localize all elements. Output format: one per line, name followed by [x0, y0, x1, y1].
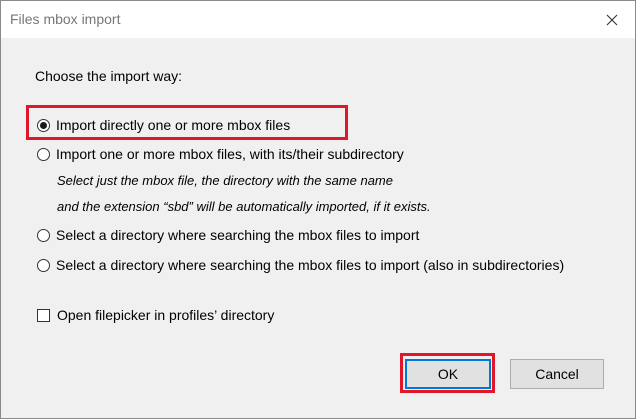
window-title: Files mbox import [10, 11, 121, 27]
subdirectory-note-line1: Select just the mbox file, the directory… [57, 173, 393, 188]
radio-button[interactable] [37, 228, 50, 242]
radio-label: Select a directory where searching the m… [56, 227, 420, 243]
open-filepicker-option[interactable]: Open filepicker in profiles’ directory [37, 307, 274, 323]
radio-label: Import one or more mbox files, with its/… [56, 146, 404, 162]
radio-label: Select a directory where searching the m… [56, 257, 565, 273]
option-select-directory-recursive[interactable]: Select a directory where searching the m… [37, 257, 564, 273]
highlight-box [26, 105, 348, 140]
open-filepicker-checkbox[interactable] [37, 308, 50, 322]
highlight-box [400, 353, 495, 393]
radio-button[interactable] [37, 147, 50, 161]
title-bar: Files mbox import [1, 1, 635, 38]
checkbox-label: Open filepicker in profiles’ directory [57, 307, 275, 323]
import-dialog: Files mbox import Choose the import way:… [0, 0, 636, 419]
subdirectory-note-line2: and the extension “sbd” will be automati… [57, 199, 431, 214]
option-import-with-subdirectory[interactable]: Import one or more mbox files, with its/… [37, 146, 404, 162]
close-button[interactable] [589, 1, 635, 38]
option-select-directory[interactable]: Select a directory where searching the m… [37, 227, 419, 243]
close-icon [606, 14, 618, 25]
cancel-button[interactable]: Cancel [510, 359, 604, 389]
radio-button[interactable] [37, 258, 50, 272]
import-way-prompt: Choose the import way: [35, 68, 183, 84]
